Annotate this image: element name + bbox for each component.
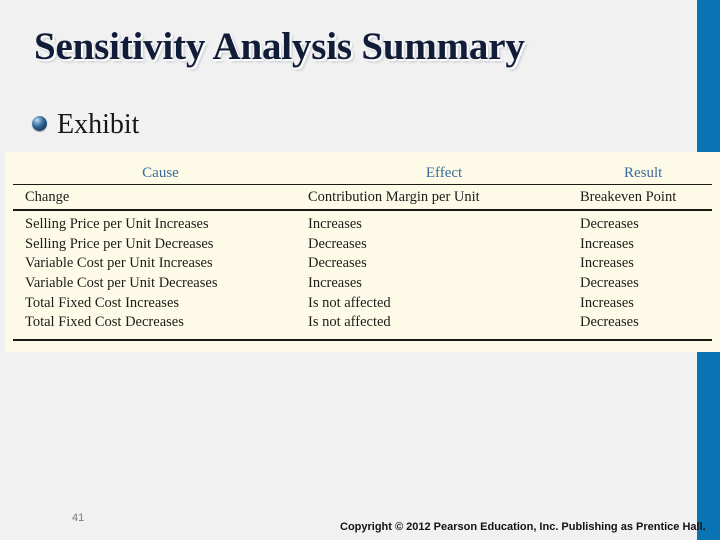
cell-cause: Total Fixed Cost Increases (25, 294, 180, 311)
cell-result: Increases (580, 235, 634, 252)
cell-result: Increases (580, 294, 634, 311)
cell-effect: Decreases (308, 235, 367, 252)
subheader-effect: Contribution Margin per Unit (308, 188, 480, 205)
cell-result: Decreases (580, 275, 639, 292)
exhibit-panel: Cause Effect Result Change Contribution … (5, 152, 720, 352)
table-header-row: Cause Effect Result (13, 152, 712, 184)
table-row: Variable Cost per Unit Increases Decreas… (13, 254, 712, 274)
sphere-bullet-icon (32, 116, 47, 131)
accent-bar-top (697, 0, 720, 152)
table-rule-bottom (13, 338, 712, 341)
table-body: Selling Price per Unit Increases Increas… (13, 211, 712, 333)
cell-result: Decreases (580, 314, 639, 331)
bullet-item-label: Exhibit (57, 109, 140, 140)
subheader-result: Breakeven Point (580, 188, 677, 205)
cell-cause: Variable Cost per Unit Increases (25, 255, 213, 272)
bullet-item-exhibit: Exhibit (32, 111, 139, 139)
slide-number: 41 (72, 512, 85, 524)
table-row: Total Fixed Cost Decreases Is not affect… (13, 313, 712, 333)
subheader-cause: Change (25, 188, 70, 205)
copyright-notice: Copyright © 2012 Pearson Education, Inc.… (340, 521, 706, 533)
cell-effect: Increases (308, 216, 362, 233)
slide-canvas: Sensitivity Analysis Summary Exhibit Cau… (0, 0, 720, 540)
cell-cause: Total Fixed Cost Decreases (25, 314, 184, 331)
table-row: Selling Price per Unit Decreases Decreas… (13, 235, 712, 255)
table-row: Variable Cost per Unit Decreases Increas… (13, 274, 712, 294)
table-row: Selling Price per Unit Increases Increas… (13, 215, 712, 235)
cell-cause: Variable Cost per Unit Decreases (25, 275, 218, 292)
cell-effect: Increases (308, 275, 362, 292)
cell-result: Increases (580, 255, 634, 272)
cell-result: Decreases (580, 216, 639, 233)
cell-effect: Is not affected (308, 294, 391, 311)
column-header-effect: Effect (425, 165, 463, 181)
cell-cause: Selling Price per Unit Decreases (25, 235, 214, 252)
table-row: Total Fixed Cost Increases Is not affect… (13, 293, 712, 313)
table-subheader-row: Change Contribution Margin per Unit Brea… (13, 185, 712, 209)
sensitivity-table: Cause Effect Result Change Contribution … (13, 152, 712, 341)
column-header-result: Result (624, 165, 663, 181)
accent-bar-bottom (697, 352, 720, 540)
cell-effect: Decreases (308, 255, 367, 272)
cell-cause: Selling Price per Unit Increases (25, 216, 209, 233)
column-header-cause: Cause (142, 165, 179, 181)
page-title: Sensitivity Analysis Summary (34, 25, 525, 68)
cell-effect: Is not affected (308, 314, 391, 331)
